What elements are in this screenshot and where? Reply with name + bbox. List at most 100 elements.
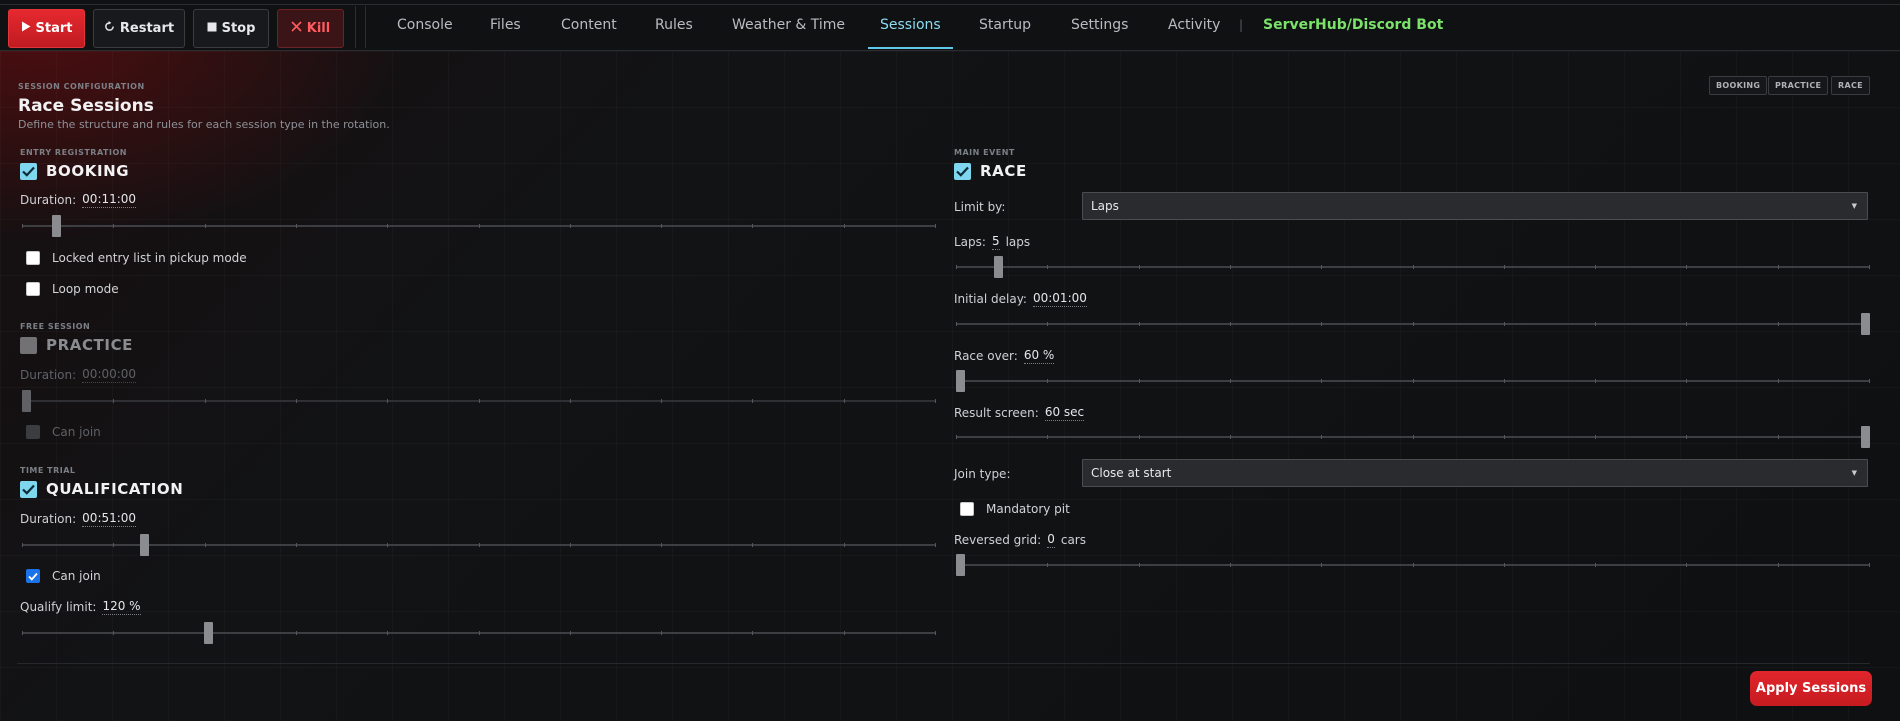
booking-duration-label: Duration: 00:11:00: [20, 192, 137, 208]
slider-tick: [22, 224, 23, 228]
practice-enable-checkbox[interactable]: [20, 336, 37, 354]
tab-sessions[interactable]: Sessions: [868, 0, 953, 49]
slider-thumb[interactable]: [22, 390, 31, 412]
slider-tick: [296, 543, 297, 547]
slider-thumb[interactable]: [956, 554, 965, 576]
mandatory-pit-checkbox[interactable]: [960, 502, 974, 516]
tab-activity[interactable]: Activity: [1168, 0, 1220, 49]
slider-tick: [1686, 435, 1687, 439]
tab-startup[interactable]: Startup: [979, 0, 1031, 49]
qualify-limit-slider[interactable]: [22, 622, 936, 644]
race-over-slider[interactable]: [956, 370, 1870, 392]
slider-tick: [113, 543, 114, 547]
reversed-grid-slider[interactable]: [956, 554, 1870, 576]
race-over-value[interactable]: 60 %: [1023, 348, 1055, 364]
slider-tick: [844, 224, 845, 228]
laps-value[interactable]: 5: [991, 234, 1000, 250]
loop-mode-row[interactable]: Loop mode: [26, 282, 119, 296]
slider-tick: [1686, 563, 1687, 567]
booking-enable-checkbox[interactable]: [20, 162, 37, 180]
kill-label: Kill: [306, 21, 331, 36]
slider-thumb[interactable]: [140, 534, 149, 556]
tab-settings[interactable]: Settings: [1071, 0, 1128, 49]
start-button[interactable]: Start: [8, 9, 85, 48]
join-type-value: Close at start: [1091, 466, 1172, 480]
chip-booking[interactable]: BOOKING: [1709, 76, 1768, 95]
slider-tick: [956, 265, 957, 269]
tab-content[interactable]: Content: [561, 0, 617, 49]
slider-thumb[interactable]: [52, 215, 61, 237]
tab-files[interactable]: Files: [490, 0, 521, 49]
practice-duration-label: Duration: 00:00:00: [20, 367, 137, 383]
tab-rules[interactable]: Rules: [655, 0, 693, 49]
slider-tick: [1321, 265, 1322, 269]
initial-delay-text: Initial delay:: [954, 292, 1027, 306]
qualification-can-join-row[interactable]: Can join: [26, 569, 101, 583]
slider-tick: [661, 543, 662, 547]
slider-tick: [570, 399, 571, 403]
slider-tick: [479, 224, 480, 228]
qualify-limit-value[interactable]: 120 %: [102, 599, 141, 615]
chip-race[interactable]: RACE: [1831, 76, 1870, 95]
discord-bot-link[interactable]: ServerHub/Discord Bot: [1263, 0, 1443, 49]
chip-practice[interactable]: PRACTICE: [1768, 76, 1829, 95]
slider-tick: [1595, 563, 1596, 567]
practice-duration-value[interactable]: 00:00:00: [82, 367, 137, 383]
restart-button[interactable]: Restart: [93, 9, 185, 48]
limit-by-select[interactable]: Laps ▼: [1082, 192, 1868, 220]
result-screen-label: Result screen: 60 sec: [954, 405, 1085, 421]
race-enable-checkbox[interactable]: [954, 162, 971, 180]
practice-can-join-row[interactable]: Can join: [26, 425, 101, 439]
slider-tick: [1595, 265, 1596, 269]
tab-console[interactable]: Console: [397, 0, 453, 49]
reversed-grid-value[interactable]: 0: [1047, 532, 1055, 548]
qualification-can-join-checkbox[interactable]: [26, 569, 40, 583]
slider-tick: [1413, 435, 1414, 439]
initial-delay-value[interactable]: 00:01:00: [1032, 291, 1087, 307]
slider-thumb[interactable]: [1861, 313, 1870, 335]
practice-can-join-checkbox[interactable]: [26, 425, 40, 439]
slider-thumb[interactable]: [956, 370, 965, 392]
slider-thumb[interactable]: [994, 256, 1003, 278]
slider-tick: [1230, 563, 1231, 567]
slider-tick: [113, 399, 114, 403]
result-screen-value[interactable]: 60 sec: [1044, 405, 1085, 421]
stop-button[interactable]: Stop: [193, 9, 269, 48]
booking-duration-value[interactable]: 00:11:00: [82, 192, 137, 208]
laps-text: Laps:: [954, 235, 986, 249]
practice-header: PRACTICE: [20, 336, 133, 354]
laps-slider[interactable]: [956, 256, 1870, 278]
slider-thumb[interactable]: [204, 622, 213, 644]
slider-tick: [1321, 563, 1322, 567]
booking-eyebrow: ENTRY REGISTRATION: [20, 148, 127, 157]
loop-mode-checkbox[interactable]: [26, 282, 40, 296]
result-screen-slider[interactable]: [956, 426, 1870, 448]
slider-tick: [113, 631, 114, 635]
slider-thumb[interactable]: [1861, 426, 1870, 448]
locked-entry-list-checkbox[interactable]: [26, 251, 40, 265]
kill-button[interactable]: Kill: [277, 9, 344, 48]
tab-weather-time[interactable]: Weather & Time: [732, 0, 845, 49]
slider-tick: [1595, 435, 1596, 439]
limit-by-label: Limit by:: [954, 200, 1006, 214]
slider-tick: [1504, 435, 1505, 439]
qualification-enable-checkbox[interactable]: [20, 480, 37, 498]
qualification-duration-slider[interactable]: [22, 534, 936, 556]
start-label: Start: [35, 21, 73, 36]
apply-sessions-button[interactable]: Apply Sessions: [1750, 671, 1872, 706]
slider-tick: [1321, 379, 1322, 383]
slider-tick: [1869, 265, 1870, 269]
laps-label: Laps: 5 laps: [954, 234, 1030, 250]
slider-tick: [479, 399, 480, 403]
mandatory-pit-row[interactable]: Mandatory pit: [960, 502, 1070, 516]
practice-duration-slider[interactable]: [22, 390, 936, 412]
slider-tick: [296, 631, 297, 635]
locked-entry-list-row[interactable]: Locked entry list in pickup mode: [26, 251, 247, 265]
booking-duration-slider[interactable]: [22, 215, 936, 237]
initial-delay-slider[interactable]: [956, 313, 1870, 335]
qualification-duration-value[interactable]: 00:51:00: [82, 511, 137, 527]
practice-title: PRACTICE: [46, 336, 134, 354]
race-over-text: Race over:: [954, 349, 1018, 363]
join-type-select[interactable]: Close at start ▼: [1082, 459, 1868, 487]
slider-tick: [1595, 379, 1596, 383]
